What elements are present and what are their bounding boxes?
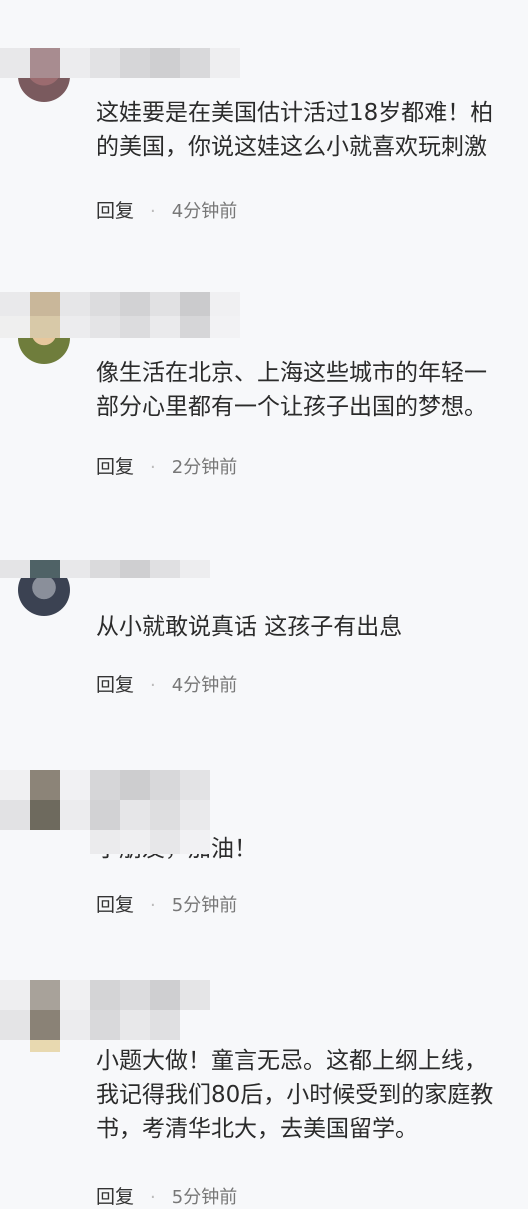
comment-line: 我记得我们80后，小时候受到的家庭教 [96,1082,494,1108]
reply-button[interactable]: 回复 [96,674,134,696]
reply-button[interactable]: 回复 [96,200,134,222]
comment-meta: 回复 · 4分钟前 [96,196,237,223]
blurred-username [0,560,210,578]
comment-text: 从小就敢说真话 这孩子有出息 [96,610,528,644]
comment-meta: 回复 · 5分钟前 [96,890,237,917]
comment-line: 小题大做！童言无忌。这都上纲上线， [96,1048,487,1074]
comment-meta: 回复 · 5分钟前 [96,1182,237,1209]
separator-dot: · [150,895,156,916]
comment-line: 的美国，你说这娃这么小就喜欢玩刺激 [96,134,487,160]
timestamp: 5分钟前 [171,1187,238,1208]
blurred-username [0,292,240,338]
timestamp: 5分钟前 [171,895,238,916]
timestamp: 4分钟前 [171,201,238,222]
comment-line: 从小就敢说真话 这孩子有出息 [96,614,403,640]
reply-button[interactable]: 回复 [96,1186,134,1208]
separator-dot: · [150,457,156,478]
separator-dot: · [150,201,156,222]
timestamp: 4分钟前 [171,675,238,696]
separator-dot: · [150,1187,156,1208]
separator-dot: · [150,675,156,696]
comment-line: 像生活在北京、上海这些城市的年轻一 [96,360,487,386]
comment-text: 这娃要是在美国估计活过18岁都难！柏 的美国，你说这娃这么小就喜欢玩刺激 [96,96,528,164]
comment-line: 这娃要是在美国估计活过18岁都难！柏 [96,100,494,126]
blurred-user-header [0,770,240,854]
comment-line: 书，考清华北大，去美国留学。 [96,1116,418,1142]
comment-text: 像生活在北京、上海这些城市的年轻一 部分心里都有一个让孩子出国的梦想。 [96,356,528,424]
comment-text: 小题大做！童言无忌。这都上纲上线， 我记得我们80后，小时候受到的家庭教 书，考… [96,1044,528,1146]
reply-button[interactable]: 回复 [96,456,134,478]
blurred-username [0,48,240,78]
comment-meta: 回复 · 4分钟前 [96,670,237,697]
reply-button[interactable]: 回复 [96,894,134,916]
timestamp: 2分钟前 [171,457,238,478]
blurred-user-header [0,980,240,1052]
comment-line: 部分心里都有一个让孩子出国的梦想。 [96,394,487,420]
comment-meta: 回复 · 2分钟前 [96,452,237,479]
